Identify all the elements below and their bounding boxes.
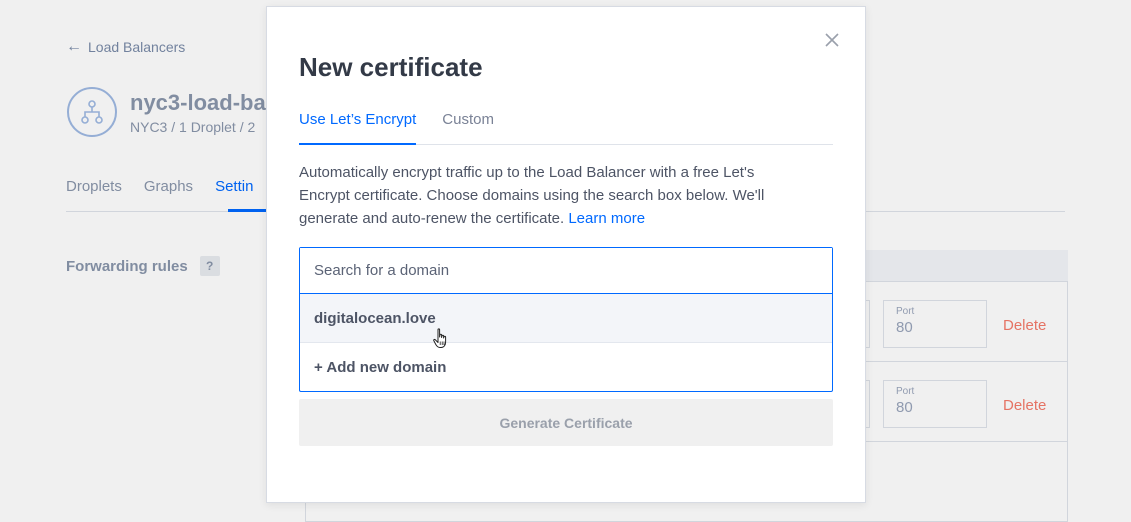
modal-title: New certificate (299, 52, 483, 82)
dropdown-item-label: digitalocean.love (314, 309, 436, 327)
description: Automatically encrypt traffic up to the … (299, 161, 799, 230)
description-text: Automatically encrypt traffic up to the … (299, 164, 765, 227)
generate-certificate-button[interactable]: Generate Certificate (299, 399, 833, 446)
tab-custom[interactable]: Custom (442, 111, 494, 145)
close-button[interactable] (823, 31, 841, 49)
close-icon (823, 31, 841, 49)
add-domain-label: + Add new domain (314, 359, 447, 376)
learn-more-link[interactable]: Learn more (568, 210, 645, 227)
domain-search-input[interactable] (300, 248, 832, 294)
dropdown-item-add-domain[interactable]: + Add new domain (300, 343, 832, 392)
new-certificate-modal: New certificate Use Let’s Encrypt Custom… (266, 6, 866, 503)
tab-lets-encrypt[interactable]: Use Let’s Encrypt (299, 111, 417, 145)
certificate-type-tabs: Use Let’s Encrypt Custom (299, 111, 833, 145)
dropdown-item-domain[interactable]: digitalocean.love (300, 294, 832, 348)
domain-search: digitalocean.love + Add new domain (299, 247, 833, 392)
